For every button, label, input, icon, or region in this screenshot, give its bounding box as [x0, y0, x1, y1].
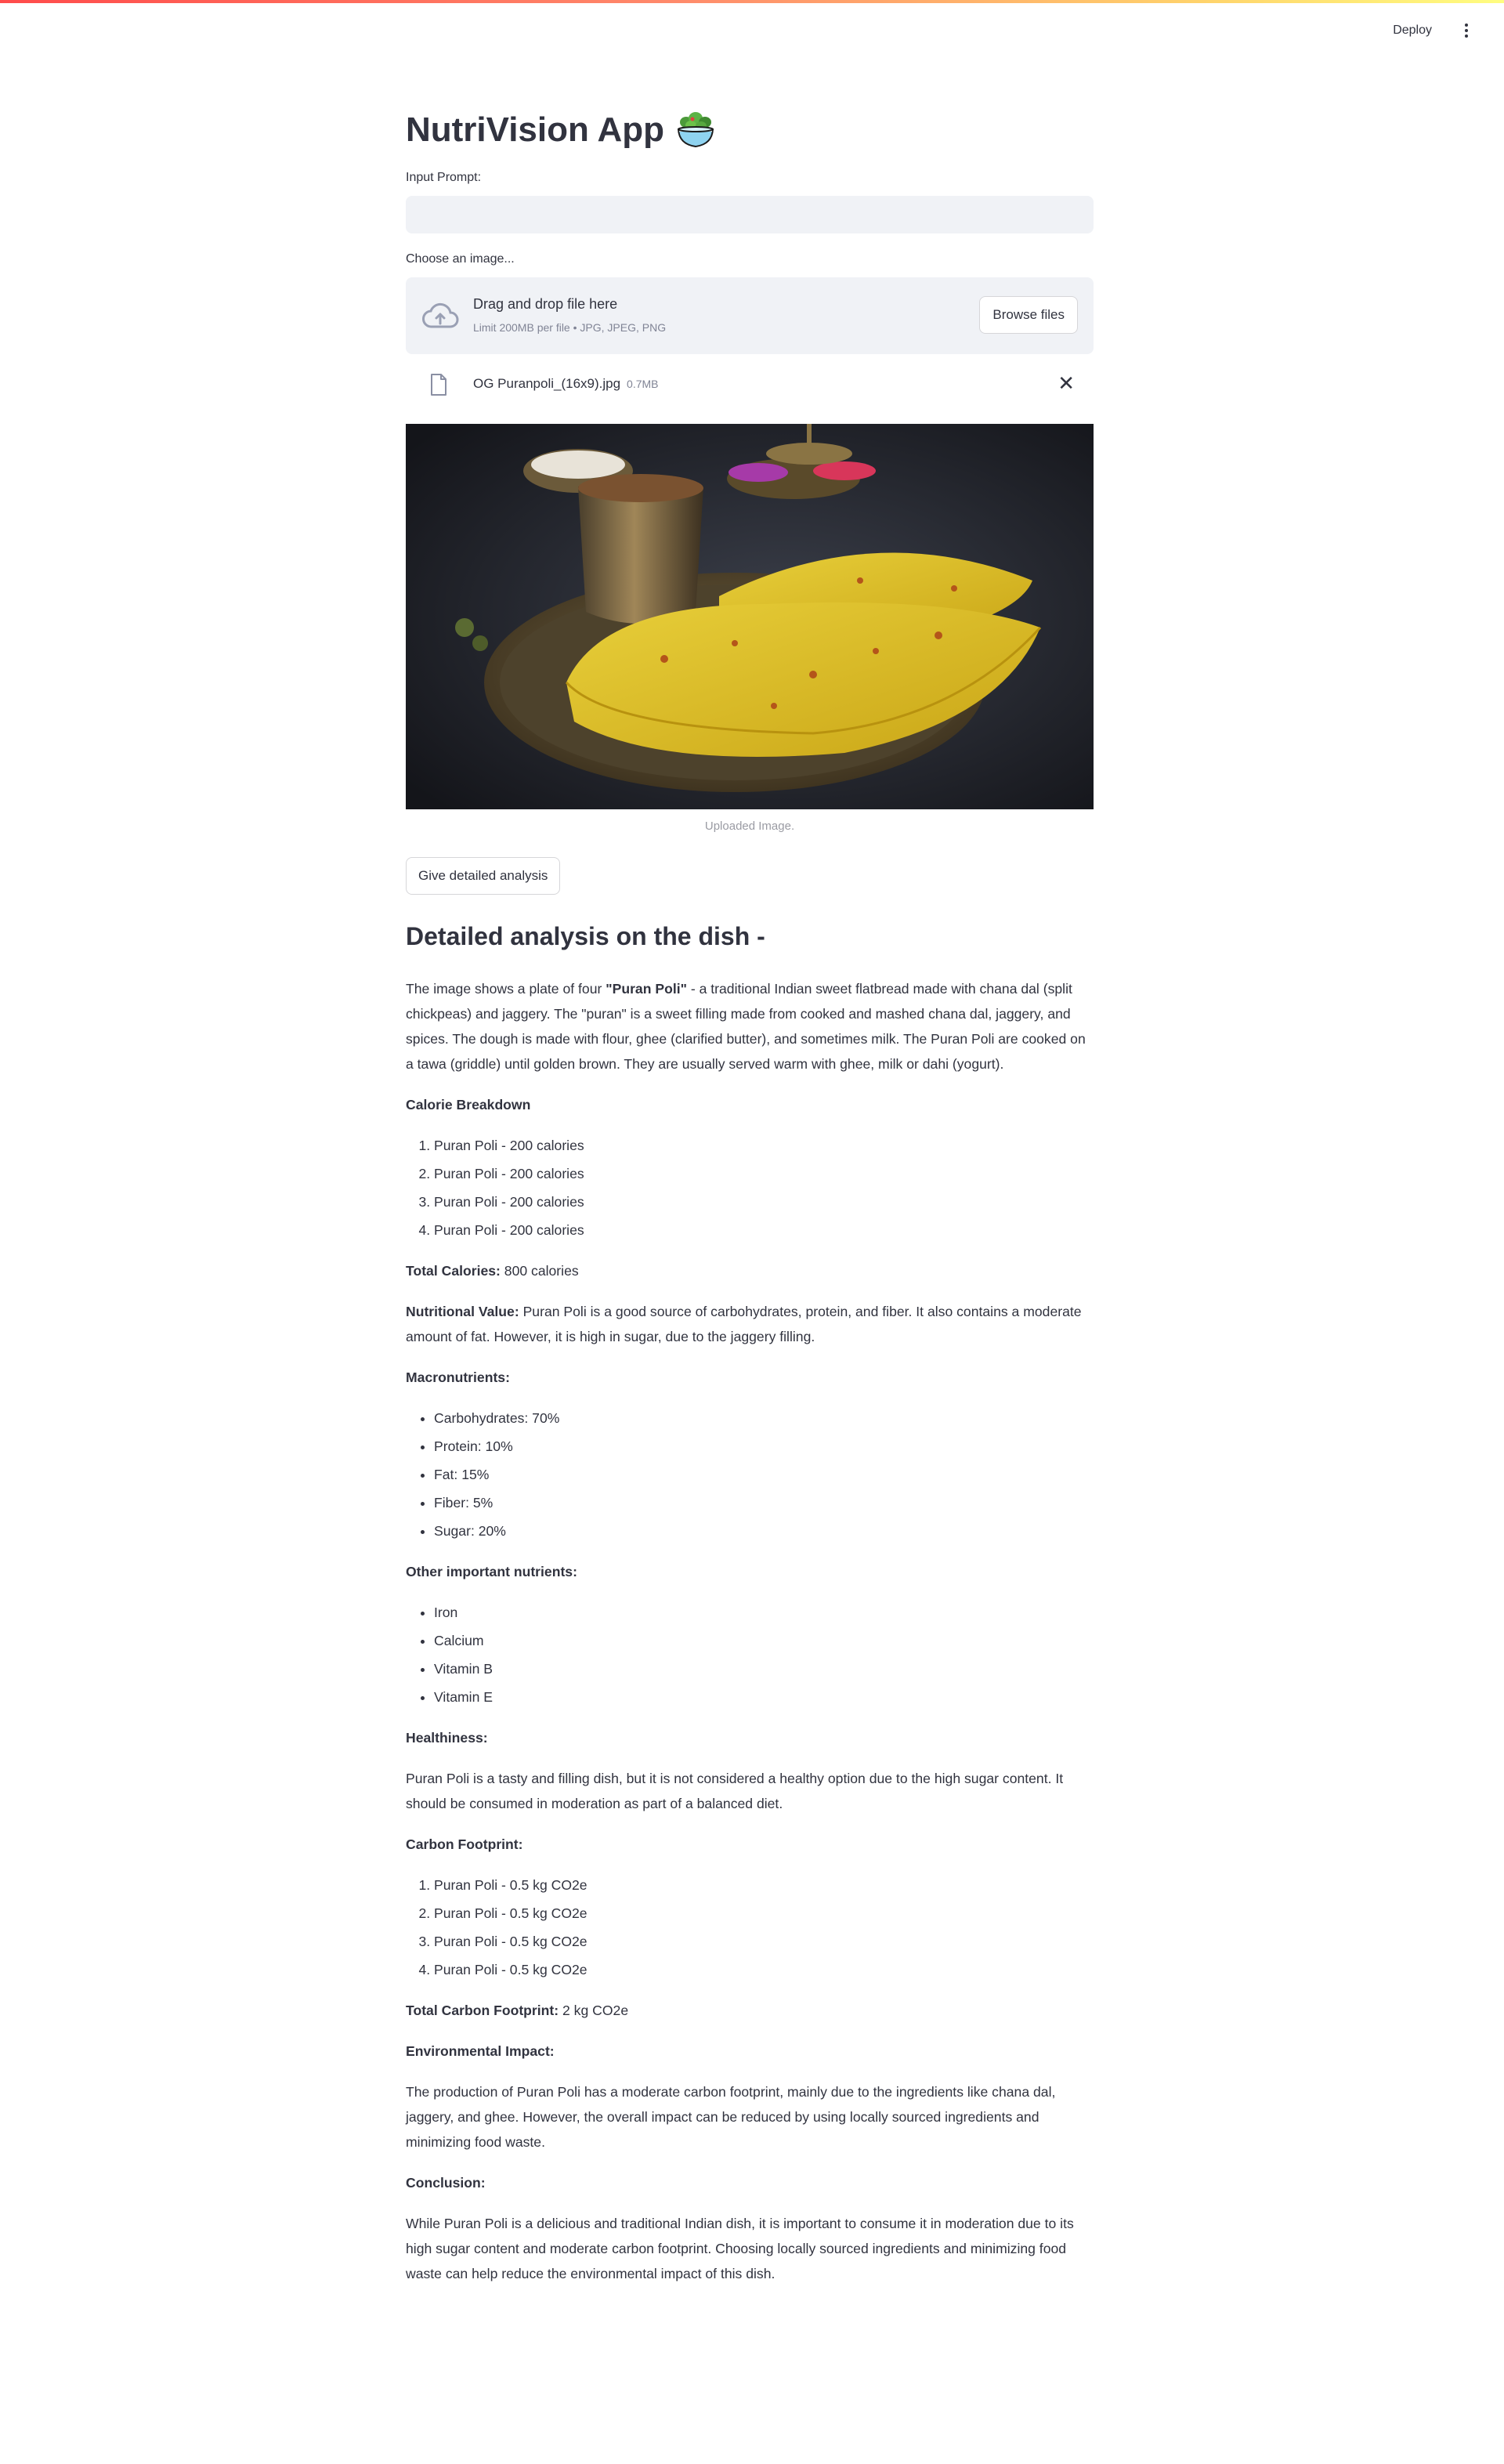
list-item: Puran Poli - 0.5 kg CO2e: [434, 1901, 1094, 1926]
app-header-toolbar: Deploy: [1393, 20, 1473, 41]
list-item: Puran Poli - 200 calories: [434, 1189, 1094, 1214]
other-nutrients-list: Iron Calcium Vitamin B Vitamin E: [406, 1600, 1094, 1710]
uploader-label: Choose an image...: [406, 252, 515, 266]
prompt-label: Input Prompt:: [406, 171, 482, 184]
list-item: Vitamin E: [434, 1684, 1094, 1710]
cloud-upload-icon: [422, 302, 459, 328]
give-analysis-button[interactable]: Give detailed analysis: [406, 857, 561, 895]
dish-name: "Puran Poli": [606, 981, 687, 997]
environmental-impact-heading: Environmental Impact:: [406, 2043, 555, 2059]
conclusion-text: While Puran Poli is a delicious and trad…: [406, 2216, 1074, 2281]
puran-poli-plate-photo: [406, 424, 1094, 809]
healthiness-heading: Healthiness:: [406, 1730, 488, 1746]
total-calories: Total Calories: 800 calories: [406, 1258, 1094, 1283]
list-item: Calcium: [434, 1628, 1094, 1653]
list-item: Puran Poli - 200 calories: [434, 1218, 1094, 1243]
analysis-heading: Detailed analysis on the dish -: [406, 922, 765, 950]
total-carbon-label: Total Carbon Footprint:: [406, 2003, 559, 2018]
uploaded-file-name: OG Puranpoli_(16x9).jpg: [473, 376, 621, 391]
page-title-text: NutriVision App: [406, 110, 664, 149]
calorie-heading: Calorie Breakdown: [406, 1097, 531, 1113]
deploy-button[interactable]: Deploy: [1393, 24, 1432, 38]
list-item: Vitamin B: [434, 1656, 1094, 1681]
nutritional-value-label: Nutritional Value:: [406, 1304, 519, 1319]
list-item: Puran Poli - 0.5 kg CO2e: [434, 1929, 1094, 1954]
total-carbon: Total Carbon Footprint: 2 kg CO2e: [406, 1998, 1094, 2023]
macronutrients-heading: Macronutrients:: [406, 1369, 510, 1385]
total-calories-value: 800 calories: [500, 1263, 579, 1279]
uploaded-dish-image: [406, 424, 1094, 809]
dropzone-instructions: Drag and drop file here: [473, 296, 618, 312]
list-item: Puran Poli - 200 calories: [434, 1133, 1094, 1158]
list-item: Puran Poli - 0.5 kg CO2e: [434, 1957, 1094, 1982]
kebab-menu-icon[interactable]: [1460, 20, 1473, 41]
environmental-impact-text: The production of Puran Poli has a moder…: [406, 2084, 1056, 2150]
uploaded-file-row: OG Puranpoli_(16x9).jpg 0.7MB ✕: [406, 368, 1094, 400]
remove-file-close-icon[interactable]: ✕: [1058, 373, 1075, 393]
browse-files-button[interactable]: Browse files: [979, 296, 1078, 334]
salad-bowl-icon: [677, 112, 714, 148]
list-item: Sugar: 20%: [434, 1518, 1094, 1543]
nutritional-value: Nutritional Value: Puran Poli is a good …: [406, 1299, 1094, 1349]
carbon-heading: Carbon Footprint:: [406, 1836, 523, 1852]
header-decoration-bar: [0, 0, 1504, 3]
total-carbon-value: 2 kg CO2e: [559, 2003, 629, 2018]
dropzone-limit-text: Limit 200MB per file • JPG, JPEG, PNG: [473, 321, 667, 334]
image-caption: Uploaded Image.: [704, 820, 795, 833]
healthiness-text: Puran Poli is a tasty and filling dish, …: [406, 1771, 1064, 1811]
calorie-list: Puran Poli - 200 calories Puran Poli - 2…: [406, 1133, 1094, 1243]
other-nutrients-heading: Other important nutrients:: [406, 1564, 577, 1579]
conclusion-heading: Conclusion:: [406, 2175, 486, 2191]
analysis-intro: The image shows a plate of four "Puran P…: [406, 976, 1094, 1076]
intro-text-start: The image shows a plate of four: [406, 981, 606, 997]
prompt-input[interactable]: [406, 196, 1094, 233]
total-calories-label: Total Calories:: [406, 1263, 501, 1279]
uploaded-file-size: 0.7MB: [627, 378, 659, 390]
list-item: Iron: [434, 1600, 1094, 1625]
list-item: Carbohydrates: 70%: [434, 1406, 1094, 1431]
file-icon: [431, 374, 446, 396]
list-item: Puran Poli - 200 calories: [434, 1161, 1094, 1186]
list-item: Fiber: 5%: [434, 1490, 1094, 1515]
macronutrients-list: Carbohydrates: 70% Protein: 10% Fat: 15%…: [406, 1406, 1094, 1543]
file-dropzone[interactable]: Drag and drop file here Limit 200MB per …: [406, 277, 1094, 354]
page-title: NutriVision App: [406, 110, 716, 150]
list-item: Protein: 10%: [434, 1434, 1094, 1459]
list-item: Puran Poli - 0.5 kg CO2e: [434, 1872, 1094, 1898]
carbon-list: Puran Poli - 0.5 kg CO2e Puran Poli - 0.…: [406, 1872, 1094, 1982]
list-item: Fat: 15%: [434, 1462, 1094, 1487]
analysis-section: Detailed analysis on the dish - The imag…: [406, 915, 1094, 2302]
uploaded-file-info: OG Puranpoli_(16x9).jpg 0.7MB: [473, 376, 659, 392]
